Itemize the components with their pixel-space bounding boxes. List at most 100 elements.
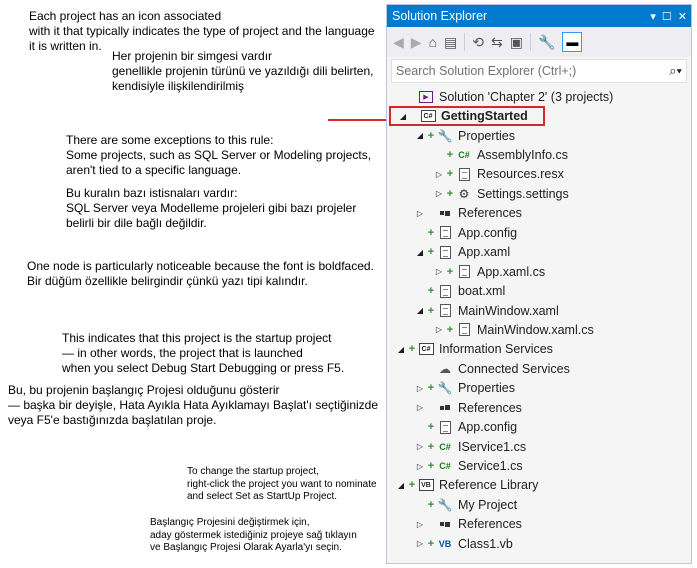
expander-icon[interactable]: ▷ <box>414 403 426 412</box>
properties-icon[interactable]: 🔧 <box>538 34 555 51</box>
tree-node-label: References <box>458 206 522 221</box>
panel-toolbar: ◀ ▶ ⌂ ▤ ⟲ ⇆ ▣ 🔧 ▬ <box>387 27 691 57</box>
callout-line <box>328 119 392 121</box>
expander-icon[interactable]: ◢ <box>414 306 426 315</box>
tree-node[interactable]: + boat.xml <box>387 281 691 300</box>
pending-add-icon: + <box>427 460 435 473</box>
tree-node-project[interactable]: ◢ + C# Information Services <box>387 340 691 359</box>
expander-icon[interactable]: ▷ <box>414 442 426 451</box>
note-startup-tr: Bu, bu projenin başlangıç Projesi olduğu… <box>8 383 378 428</box>
tree-node[interactable]: ◢ + App.xaml <box>387 243 691 262</box>
tree-node[interactable]: ◢ + 🔧 Properties <box>387 126 691 145</box>
tree-node-label: Settings.settings <box>477 186 569 201</box>
expander-icon[interactable]: ▷ <box>433 267 445 276</box>
pending-add-icon: + <box>427 382 435 395</box>
tree-node[interactable]: ▷ + Resources.resx <box>387 165 691 184</box>
note-icon-tr: Her projenin bir simgesi vardır genellikl… <box>112 49 374 94</box>
config-file-icon <box>436 226 454 240</box>
expander-icon[interactable]: ▷ <box>414 384 426 393</box>
note-line: Her projenin bir simgesi vardır <box>112 49 273 63</box>
tree-node-project[interactable]: ◢ C# GettingStarted <box>389 106 545 126</box>
resource-file-icon <box>455 167 473 181</box>
panel-title-bar: Solution Explorer ▾ ☐ ✕ <box>387 5 691 27</box>
toolbar-separator <box>529 33 531 51</box>
forward-icon[interactable]: ▶ <box>411 34 422 51</box>
references-icon <box>436 521 454 527</box>
dropdown-icon[interactable]: ▾ <box>650 10 656 23</box>
tree-node-label: App.xaml <box>458 245 511 260</box>
search-input[interactable]: Search Solution Explorer (Ctrl+;) <box>396 64 576 78</box>
csharp-file-icon: C# <box>439 461 451 472</box>
expander-icon[interactable]: ◢ <box>395 345 407 354</box>
note-line: To change the startup project, <box>187 466 319 477</box>
tree-node[interactable]: ▷ References <box>387 398 691 417</box>
tree-node[interactable]: + App.config <box>387 223 691 242</box>
expander-icon[interactable]: ▷ <box>433 325 445 334</box>
tree-node[interactable]: ▷ + App.xaml.cs <box>387 262 691 281</box>
note-icon-en: Each project has an icon associated with … <box>29 9 375 54</box>
note-line: Bir düğüm özellikle belirgindir çünkü ya… <box>27 274 308 288</box>
search-box[interactable]: Search Solution Explorer (Ctrl+;) ⌕▾ <box>391 59 687 83</box>
expander-icon[interactable]: ◢ <box>414 131 426 140</box>
tree-node-project[interactable]: ◢ + VB Reference Library <box>387 476 691 495</box>
tree-node-label: My Project <box>458 497 518 512</box>
references-icon <box>436 405 454 411</box>
wrench-icon: 🔧 <box>437 128 453 143</box>
solution-explorer-panel: Solution Explorer ▾ ☐ ✕ ◀ ▶ ⌂ ▤ ⟲ ⇆ ▣ 🔧 … <box>386 4 692 564</box>
tree-node[interactable]: ▷ + C# Service1.cs <box>387 456 691 475</box>
tree-node[interactable]: ▷ References <box>387 515 691 534</box>
tree-node-label: GettingStarted <box>441 109 528 124</box>
tree-node[interactable]: ☁ Connected Services <box>387 359 691 378</box>
note-startup-en: This indicates that this project is the … <box>62 331 344 376</box>
tree-node[interactable]: ▷ + VB Class1.vb <box>387 534 691 553</box>
note-line: Bu, bu projenin başlangıç Projesi olduğu… <box>8 383 280 397</box>
expander-icon[interactable]: ◢ <box>395 481 407 490</box>
expander-icon[interactable]: ▷ <box>414 539 426 548</box>
solution-icon: ▶ <box>417 90 435 103</box>
tree-node[interactable]: ▷ + 🔧 Properties <box>387 379 691 398</box>
note-line: — başka bir deyişle, Hata Ayıkla Hata Ay… <box>8 398 379 412</box>
expander-icon[interactable]: ▷ <box>433 170 445 179</box>
tree-node-label: References <box>458 400 522 415</box>
tree-node[interactable]: ▷ + C# IService1.cs <box>387 437 691 456</box>
expander-icon[interactable]: ◢ <box>414 248 426 257</box>
note-line: genellikle projenin türünü ve yazıldığı … <box>112 64 374 78</box>
switch-views-icon[interactable]: ▤ <box>444 34 457 51</box>
collapse-all-icon[interactable]: ▣ <box>510 34 523 51</box>
wrench-icon: 🔧 <box>437 381 453 396</box>
pending-changes-icon[interactable]: ⟲ <box>472 34 484 51</box>
tree-node[interactable]: + 🔧 My Project <box>387 495 691 514</box>
expander-icon[interactable]: ◢ <box>397 112 409 121</box>
home-icon[interactable]: ⌂ <box>429 34 437 50</box>
pending-add-icon: + <box>427 129 435 142</box>
tree-node[interactable]: + App.config <box>387 417 691 436</box>
search-icon[interactable]: ⌕▾ <box>669 63 682 79</box>
vb-file-icon: VB <box>438 538 452 549</box>
back-icon[interactable]: ◀ <box>393 34 404 51</box>
expander-icon[interactable]: ▷ <box>414 462 426 471</box>
expander-icon[interactable]: ▷ <box>414 520 426 529</box>
note-line: One node is particularly noticeable beca… <box>27 259 374 273</box>
expander-icon[interactable]: ▷ <box>414 209 426 218</box>
sync-icon[interactable]: ⇆ <box>491 34 503 51</box>
note-line: There are some exceptions to this rule: <box>66 133 274 147</box>
tree-node[interactable]: ◢ + MainWindow.xaml <box>387 301 691 320</box>
preview-selected-icon[interactable]: ▬ <box>562 32 583 52</box>
tree-node-label: AssemblyInfo.cs <box>477 148 569 163</box>
tree-node[interactable]: + C# AssemblyInfo.cs <box>387 145 691 164</box>
pending-add-icon: + <box>408 479 416 492</box>
tree-node[interactable]: ▷ + MainWindow.xaml.cs <box>387 320 691 339</box>
pending-add-icon: + <box>446 187 454 200</box>
note-exceptions-tr: Bu kuralın bazı istisnaları vardır: SQL S… <box>66 186 356 231</box>
maximize-icon[interactable]: ☐ <box>662 10 672 23</box>
tree-node-project[interactable]: ▶ Solution 'Chapter 2' (3 projects) <box>387 87 691 106</box>
close-icon[interactable]: ✕ <box>678 10 687 23</box>
note-line: aday göstermek istediğiniz projeye sağ t… <box>150 529 357 541</box>
pending-add-icon: + <box>427 246 435 259</box>
tree-node[interactable]: ▷ References <box>387 204 691 223</box>
note-exceptions-en: There are some exceptions to this rule: S… <box>66 133 371 178</box>
pending-add-icon: + <box>446 149 454 162</box>
expander-icon[interactable]: ▷ <box>433 189 445 198</box>
tree-node[interactable]: ▷ + ⚙ Settings.settings <box>387 184 691 203</box>
note-line: kendisiyle ilişkilendirilmiş <box>112 79 245 93</box>
